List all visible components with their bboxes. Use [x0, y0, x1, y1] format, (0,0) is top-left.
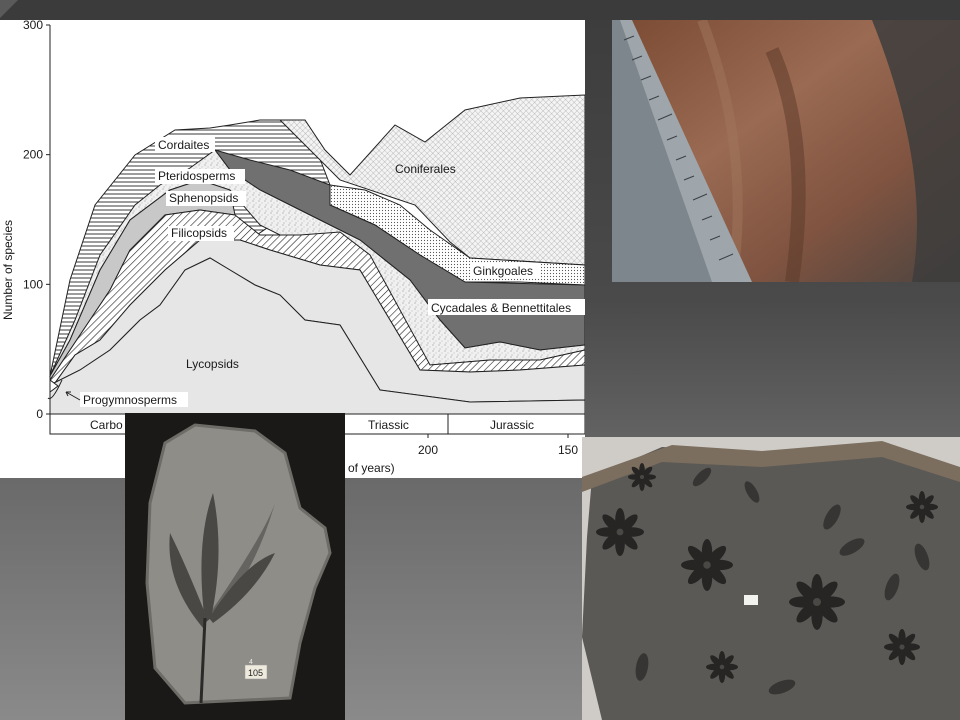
star-fossil: [628, 463, 656, 491]
x-axis-label: of years): [348, 461, 395, 475]
series-label-cycadales-bennettitales: Cycadales & Bennettitales: [431, 301, 571, 315]
y-tick-label-0: 0: [36, 407, 43, 421]
star-fossil: [789, 574, 845, 630]
series-label-filicopsids: Filicopsids: [171, 226, 227, 240]
petrified-wood-image: [612, 20, 960, 282]
y-tick-label-300: 300: [23, 20, 43, 32]
series-label-sphenopsids: Sphenopsids: [169, 191, 238, 205]
series-label-progymnosperms: Progymnosperms: [83, 393, 177, 407]
annularia-fossil-image: [582, 437, 960, 720]
stars-specimen-tag: [744, 595, 758, 605]
x-tick-group: 200 150: [418, 434, 578, 457]
series-label-ginkgoales: Ginkgoales: [473, 264, 533, 278]
top-bar: [0, 0, 960, 20]
specimen-tag-number: 105: [248, 668, 263, 678]
y-tick-label-100: 100: [23, 277, 43, 291]
y-tick-group: 0 100 200 300: [23, 20, 50, 421]
series-label-coniferales: Coniferales: [395, 162, 456, 176]
series-label-cordaites: Cordaites: [158, 138, 209, 152]
species-diversity-chart: 0 100 200 300 200 150 Number of species of y…: [0, 20, 585, 478]
y-tick-label-200: 200: [23, 148, 43, 162]
y-axis-label: Number of species: [1, 220, 15, 320]
specimen-tag-small: 4: [249, 659, 253, 666]
star-fossil: [596, 508, 644, 556]
leaf-fossil-image: 105 4: [125, 413, 345, 720]
corner-decoration: [0, 0, 18, 18]
x-tick-label-150: 150: [558, 443, 578, 457]
period-label-jurassic: Jurassic: [490, 418, 534, 432]
series-label-pteridosperms: Pteridosperms: [158, 169, 235, 183]
petrified-wood-photo: [612, 20, 960, 282]
chart-svg: 0 100 200 300 200 150 Number of species of y…: [1, 20, 585, 475]
star-fossil: [906, 491, 938, 523]
series-label-lycopsids: Lycopsids: [186, 357, 239, 371]
leaf-fossil-photo: 105 4: [125, 413, 345, 720]
period-label-triassic: Triassic: [368, 418, 409, 432]
period-label-carboniferous: Carbo: [90, 418, 123, 432]
star-fossil: [706, 651, 738, 683]
star-fossil: [681, 539, 733, 591]
star-fossil: [884, 629, 920, 665]
annularia-fossil-photo: [582, 437, 960, 720]
x-tick-label-200: 200: [418, 443, 438, 457]
